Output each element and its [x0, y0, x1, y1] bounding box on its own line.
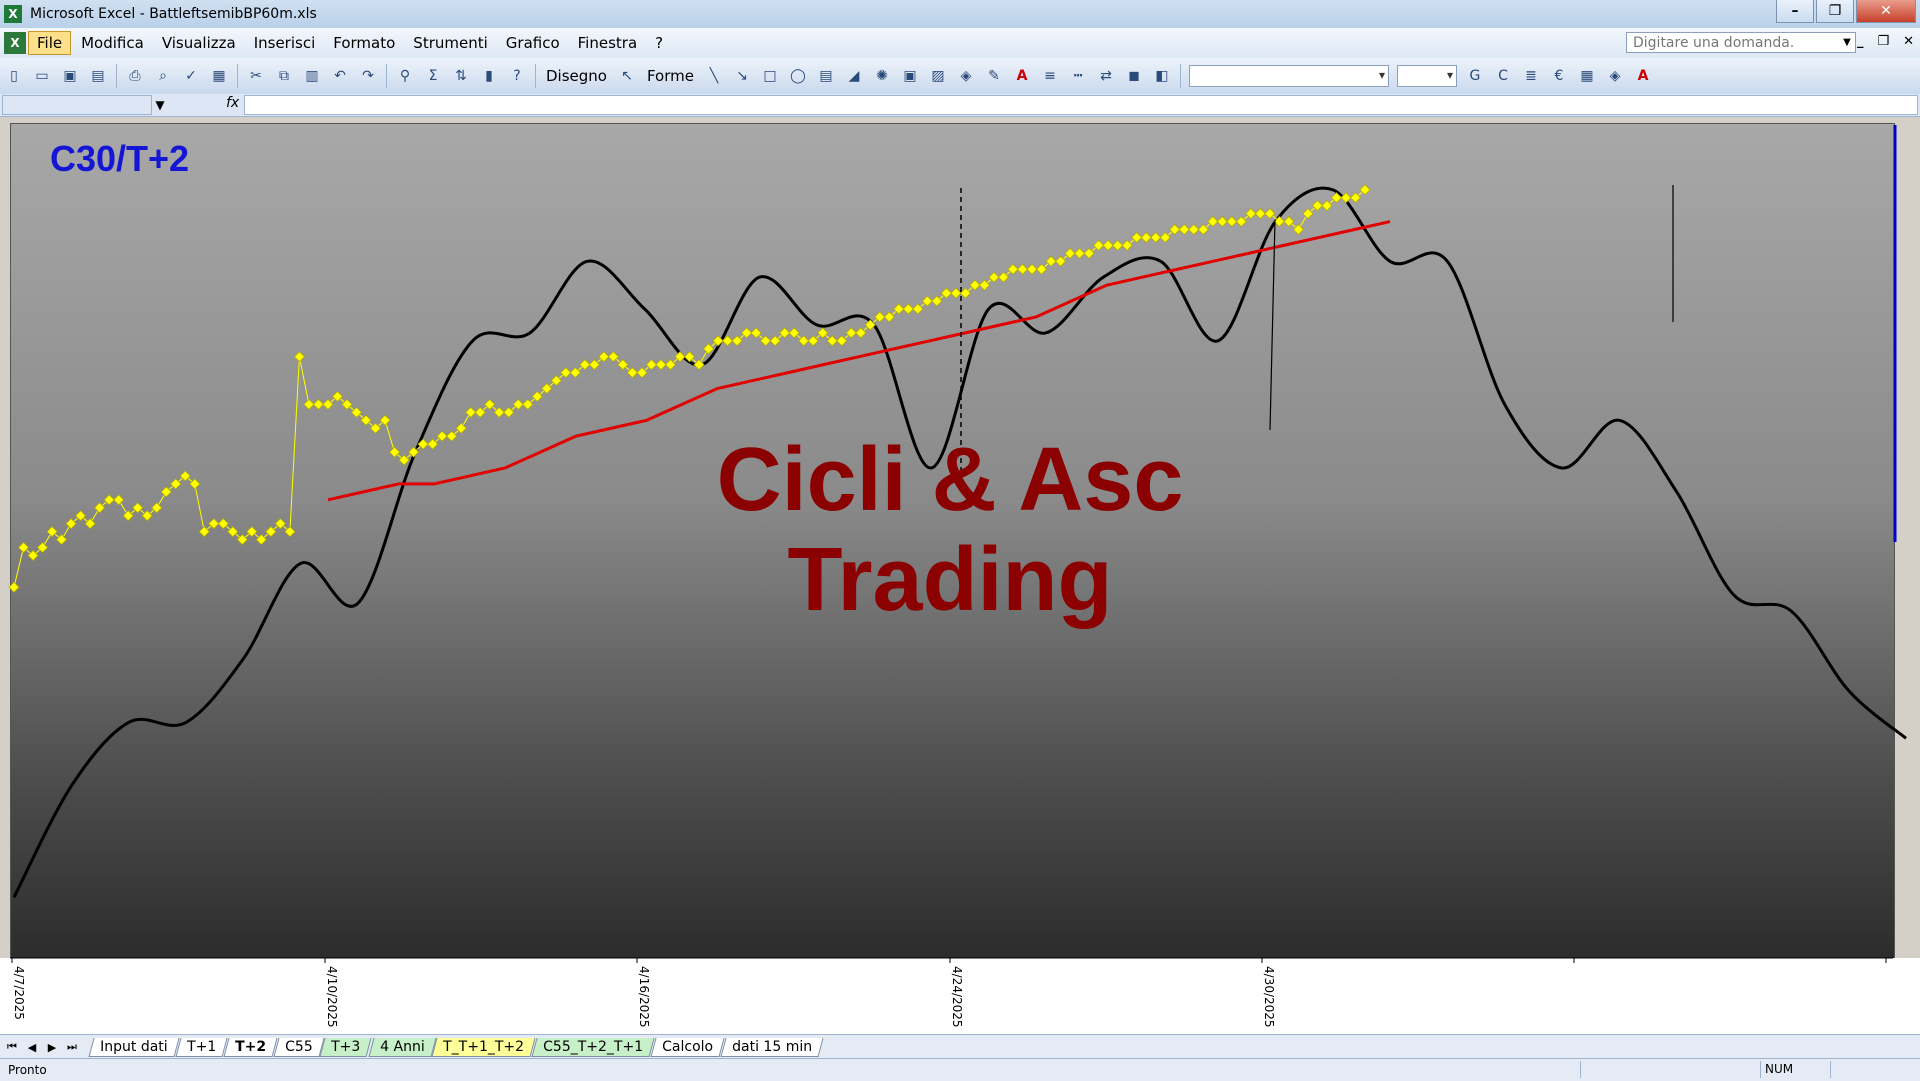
- sheet-tab-label: Calcolo: [662, 1038, 714, 1055]
- sheet-tab-8[interactable]: Calcolo: [650, 1037, 725, 1057]
- watermark-text: Cicli & Asc Trading: [600, 430, 1300, 630]
- sheet-tab-label: T+1: [186, 1038, 216, 1055]
- price-marker: [1026, 263, 1038, 275]
- x-axis-layer: [10, 957, 1893, 963]
- price-marker: [1226, 215, 1238, 228]
- price-marker: [1016, 263, 1029, 275]
- sheet-tab-label: T+2: [234, 1038, 266, 1055]
- sheet-tab-1[interactable]: T+1: [175, 1037, 228, 1057]
- price-marker: [1140, 231, 1152, 244]
- last-sheet-icon[interactable]: ⏭: [64, 1040, 80, 1054]
- price-marker: [465, 406, 477, 418]
- sheet-tab-0[interactable]: Input dati: [88, 1037, 180, 1057]
- x-tick-label: 4/30/2025: [1262, 966, 1276, 1028]
- x-tick-label: 4/10/2025: [325, 966, 339, 1028]
- price-marker: [303, 398, 315, 410]
- status-text: Pronto: [8, 1063, 47, 1077]
- price-marker: [655, 359, 667, 371]
- sheet-tab-9[interactable]: dati 15 min: [720, 1037, 824, 1057]
- sheet-tab-4[interactable]: T+3: [319, 1037, 373, 1057]
- x-tick-label: 4/24/2025: [950, 966, 964, 1028]
- price-marker: [1216, 215, 1228, 228]
- status-cell: [1830, 1061, 1875, 1078]
- sheet-tab-bar: ⏮ ◀ ▶ ⏭ Input dati T+1 T+2 C55 T+3 4 Anni T_T+…: [0, 1034, 1920, 1059]
- price-marker: [1188, 223, 1200, 236]
- price-marker: [293, 351, 305, 363]
- sheet-tab-6[interactable]: T_T+1_T+2: [431, 1037, 536, 1057]
- next-sheet-icon[interactable]: ▶: [44, 1041, 60, 1054]
- x-tick-label: 4/7/2025: [12, 966, 26, 1020]
- sheet-tab-label: dati 15 min: [732, 1038, 813, 1055]
- status-bar: Pronto NUM: [0, 1058, 1920, 1081]
- price-marker: [113, 494, 125, 506]
- x-tick-label: 4/16/2025: [637, 966, 651, 1028]
- prev-sheet-icon[interactable]: ◀: [24, 1041, 40, 1054]
- price-marker: [8, 581, 20, 593]
- chart-title: C30/T+2: [50, 138, 190, 179]
- price-marker: [312, 398, 325, 410]
- sheet-tab-label: 4 Anni: [379, 1038, 425, 1055]
- price-marker: [1074, 247, 1086, 259]
- watermark-line1: Cicli & Asc: [716, 430, 1184, 530]
- price-marker: [1178, 223, 1190, 236]
- sheet-tab-3[interactable]: C55: [273, 1037, 324, 1057]
- price-marker: [1102, 239, 1114, 251]
- status-cell: [1580, 1061, 1635, 1078]
- sheet-tab-label: C55: [284, 1038, 313, 1055]
- price-marker: [1150, 231, 1162, 244]
- sheet-tab-5[interactable]: 4 Anni: [368, 1037, 436, 1057]
- sheet-tab-label: T_T+1_T+2: [443, 1038, 525, 1055]
- sheet-tab-label: Input dati: [100, 1038, 168, 1055]
- sheet-tabs: Input dati T+1 T+2 C55 T+3 4 Anni T_T+1_T+2 C55…: [88, 1037, 824, 1057]
- sheet-tab-label: T+3: [331, 1038, 361, 1055]
- watermark-line2: Trading: [787, 530, 1113, 630]
- sheet-tab-7[interactable]: C55_T+2_T+1: [531, 1037, 655, 1057]
- price-marker: [950, 287, 962, 299]
- price-marker: [1112, 239, 1124, 251]
- sheet-tab-label: C55_T+2_T+1: [543, 1038, 644, 1055]
- sheet-tab-2[interactable]: T+2: [223, 1037, 278, 1057]
- price-marker: [902, 303, 914, 315]
- vertical-marker-line: [1269, 219, 1276, 431]
- price-marker: [1340, 192, 1352, 204]
- first-sheet-icon[interactable]: ⏮: [4, 1040, 20, 1054]
- price-marker: [1254, 208, 1266, 220]
- num-lock-indicator: NUM: [1760, 1061, 1825, 1078]
